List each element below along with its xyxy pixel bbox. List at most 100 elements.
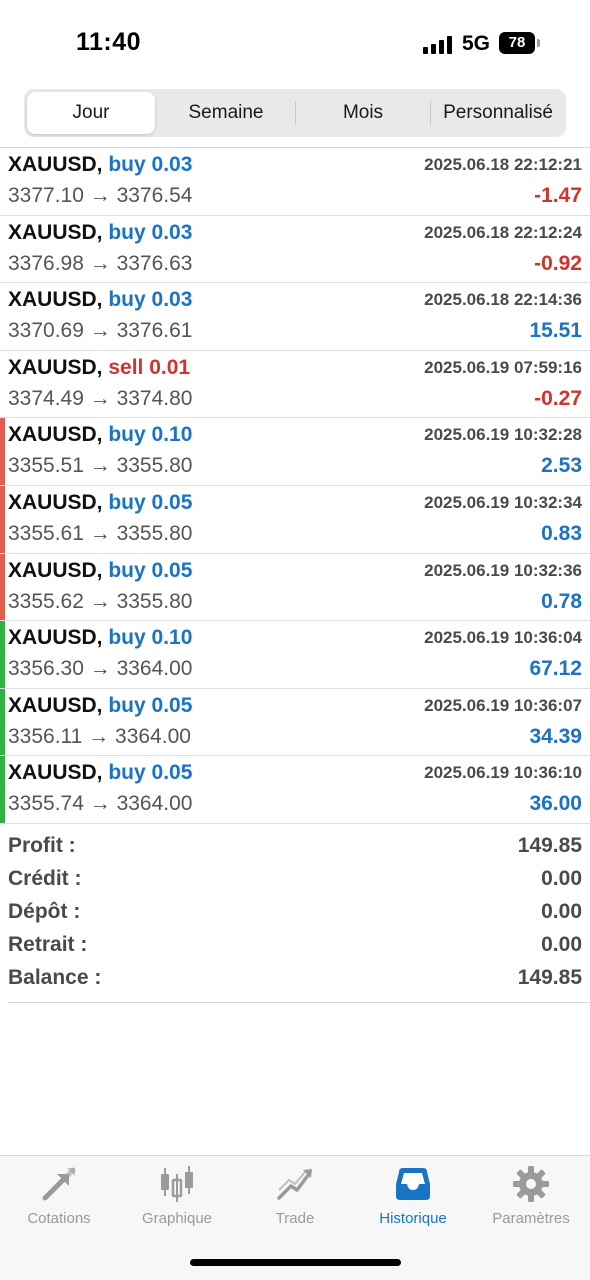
trade-row[interactable]: XAUUSD, buy 0.10 2025.06.19 10:32:28 3355.… [0,418,590,486]
status-time: 11:40 [76,28,142,56]
trade-row[interactable]: XAUUSD, buy 0.05 2025.06.19 10:32:34 3355.… [0,485,590,554]
trade-history-list: XAUUSD, buy 0.03 2025.06.18 22:12:21 3377.… [0,148,590,824]
cotations-arrows-icon [42,1167,76,1201]
status-bar: 11:40 5G 78 [0,0,590,84]
trade-datetime: 2025.06.19 10:36:04 [424,628,582,648]
trade-prices: 3376.98 → 3376.63 [8,251,193,275]
summary-row: Dépôt : 0.00 [0,898,590,931]
trade-prices: 3355.62 → 3355.80 [8,589,193,613]
trade-marker-bar [0,418,5,485]
summary-row: Retrait : 0.00 [0,931,590,964]
trade-volume: 0.05 [151,761,193,785]
trade-datetime: 2025.06.18 22:12:21 [424,155,582,174]
segment-divider [430,101,431,125]
trade-title: XAUUSD, buy 0.10 [8,626,192,650]
trade-title: XAUUSD, buy 0.05 [8,491,192,515]
trade-symbol: XAUUSD, [8,558,103,582]
trade-profit: 2.53 [541,454,582,478]
battery-tip [537,39,540,47]
trade-datetime: 2025.06.19 10:32:34 [424,492,582,512]
trade-title: XAUUSD, buy 0.03 [8,288,192,312]
segment-personnalise[interactable]: Personnalisé [432,92,564,134]
tab-graphique[interactable]: Graphique [118,1164,236,1236]
segment-jour[interactable]: Jour [27,92,155,134]
trade-volume: 0.01 [149,355,191,379]
summary-label: Retrait : [8,933,88,956]
trade-row[interactable]: XAUUSD, buy 0.03 2025.06.18 22:12:24 3376.… [0,216,590,284]
trade-side: buy [108,288,146,312]
trade-profit: 34.39 [529,724,582,748]
trade-prices: 3356.30 → 3364.00 [8,657,193,681]
home-indicator [190,1259,401,1266]
trade-symbol: XAUUSD, [8,220,103,244]
summary-value: 0.00 [541,867,582,890]
trade-profit: -0.92 [534,251,582,275]
trade-profit: 0.83 [541,521,582,545]
trade-marker-bar [0,485,5,553]
trade-title: XAUUSD, buy 0.03 [8,153,192,177]
trade-prices: 3370.69 → 3376.61 [8,319,193,343]
tab-parametres[interactable]: Paramètres [472,1164,590,1236]
trade-profit: 36.00 [529,792,582,816]
tab-label: Historique [379,1210,447,1227]
summary-value: 0.00 [541,900,582,923]
trade-symbol: XAUUSD, [8,288,103,312]
summary-value: 149.85 [517,834,582,857]
trade-profit: 15.51 [529,319,582,343]
trade-symbol: XAUUSD, [8,423,103,447]
trade-volume: 0.03 [151,153,193,176]
tab-label: Paramètres [492,1210,570,1227]
segment-divider [295,101,296,125]
trade-datetime: 2025.06.19 10:36:07 [424,695,582,715]
summary-row: Profit : 149.85 [0,832,590,865]
trade-side: buy [108,153,146,176]
trade-volume: 0.03 [151,220,193,244]
trade-side: buy [108,423,146,447]
trade-row[interactable]: XAUUSD, buy 0.10 2025.06.19 10:36:04 3356.… [0,621,590,689]
tab-cotations[interactable]: Cotations [0,1164,118,1236]
tab-trade[interactable]: Trade [236,1164,354,1236]
segment-semaine[interactable]: Semaine [159,92,293,134]
trade-row[interactable]: XAUUSD, buy 0.03 2025.06.18 22:14:36 3370.… [0,283,590,351]
network-type: 5G [462,32,491,55]
trade-volume: 0.05 [151,558,193,582]
trade-side: buy [108,761,146,785]
trade-datetime: 2025.06.18 22:14:36 [424,290,582,310]
summary-divider [8,1002,590,1003]
trade-marker-bar [0,621,5,688]
trade-symbol: XAUUSD, [8,490,103,514]
battery-icon: 78 [499,32,535,54]
tab-label: Graphique [141,1210,213,1227]
segment-mois[interactable]: Mois [297,92,429,134]
account-summary: Profit :149.85 Crédit :0.00 Dépôt :0.00 Ret… [0,832,590,997]
trade-trend-icon [277,1169,312,1200]
trade-symbol: XAUUSD, [8,153,103,176]
trade-row[interactable]: XAUUSD, sell 0.01 2025.06.19 07:59:16 3374… [0,351,590,419]
trade-symbol: XAUUSD, [8,626,103,650]
tab-historique[interactable]: Historique [354,1164,472,1236]
period-segmented-control: Jour Semaine Mois Personnalisé [24,89,566,137]
trade-symbol: XAUUSD, [8,761,103,785]
trade-title: XAUUSD, buy 0.03 [8,221,192,245]
trade-row[interactable]: XAUUSD, buy 0.03 2025.06.18 22:12:21 3377.… [0,148,590,216]
trade-volume: 0.10 [151,626,193,650]
summary-row: Balance : 149.85 [0,964,590,997]
trade-side: buy [108,626,146,650]
cellular-signal-icon [423,36,455,54]
trade-datetime: 2025.06.19 07:59:16 [424,357,582,377]
trade-row[interactable]: XAUUSD, buy 0.05 2025.06.19 10:36:10 3355.… [0,756,590,824]
summary-row: Crédit : 0.00 [0,865,590,898]
trade-prices: 3377.10 → 3376.54 [8,184,193,207]
trade-datetime: 2025.06.19 10:32:28 [424,425,582,445]
trade-title: XAUUSD, sell 0.01 [8,356,190,380]
trade-marker-bar [0,553,5,621]
trade-side: buy [108,490,146,514]
trade-title: XAUUSD, buy 0.05 [8,761,192,785]
summary-value: 0.00 [541,933,582,956]
trade-row[interactable]: XAUUSD, buy 0.05 2025.06.19 10:36:07 3356.… [0,688,590,757]
trade-marker-bar [0,688,5,756]
trade-profit: -1.47 [534,184,582,207]
trade-row[interactable]: XAUUSD, buy 0.05 2025.06.19 10:32:36 3355.… [0,553,590,622]
trade-symbol: XAUUSD, [8,693,103,717]
trade-side: buy [108,558,146,582]
